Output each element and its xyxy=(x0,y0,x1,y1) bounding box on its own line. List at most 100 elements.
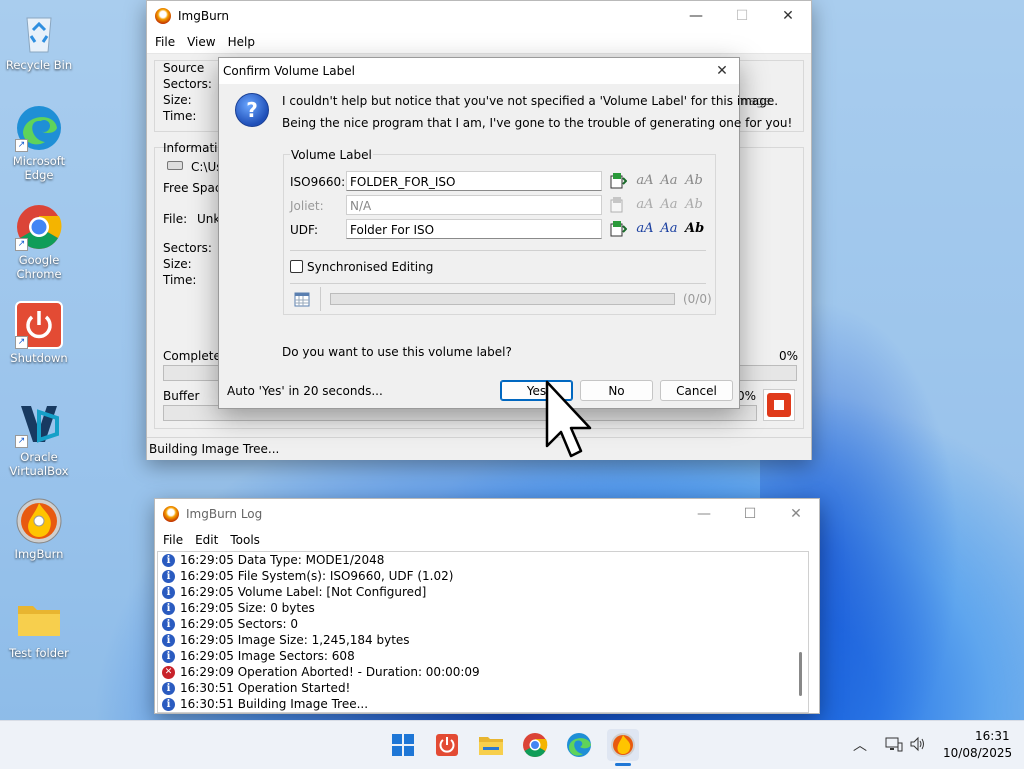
titlecase-icon-udf[interactable]: Ab xyxy=(685,220,704,238)
udf-label-input[interactable]: Folder For ISO xyxy=(346,219,602,239)
imgburn-title: ImgBurn xyxy=(178,9,230,23)
taskbar-imgburn-icon[interactable] xyxy=(607,729,639,761)
shortcut-arrow-icon: ↗ xyxy=(15,336,28,349)
network-icon[interactable] xyxy=(885,735,903,756)
iso-label-input[interactable]: FOLDER_FOR_ISO xyxy=(346,171,602,191)
log-app-icon xyxy=(163,506,179,522)
desktop-icon-edge[interactable]: ↗ Microsoft Edge xyxy=(0,104,78,182)
log-row: i 16:29:05 Image Size: 1,245,184 bytes xyxy=(158,632,808,648)
power-icon: ↗ xyxy=(15,301,63,349)
confirm-volume-label-dialog: Confirm Volume Label ✕ ? I couldn't help… xyxy=(218,57,792,409)
complete-percent: 0% xyxy=(779,349,799,363)
desktop-icon-label: Shutdown xyxy=(10,351,68,365)
copy-label-icon-disabled xyxy=(609,196,627,214)
log-text: 16:29:05 File System(s): ISO9660, UDF (1… xyxy=(180,569,454,583)
imgburn-menubar: File View Help xyxy=(147,31,811,54)
abort-button[interactable] xyxy=(763,389,795,421)
log-scrollbar-thumb[interactable] xyxy=(799,652,802,696)
lowercase-icon-udf[interactable]: aA xyxy=(636,220,654,238)
minimize-button[interactable]: — xyxy=(673,1,719,31)
log-row: i 16:29:05 Image Sectors: 608 xyxy=(158,648,808,664)
menu-help[interactable]: Help xyxy=(222,35,261,49)
desktop-icon-virtualbox[interactable]: ↗ Oracle VirtualBox xyxy=(0,400,78,478)
dialog-message-line1: I couldn't help but notice that you've n… xyxy=(282,94,779,108)
iso-label: ISO9660: xyxy=(290,175,346,189)
file-label: File: xyxy=(163,212,188,226)
information-label: Informatio xyxy=(163,141,225,155)
joliet-label-input: N/A xyxy=(346,195,602,215)
log-menu-file[interactable]: File xyxy=(157,533,189,547)
desktop-icon-recycle-bin[interactable]: Recycle Bin xyxy=(0,8,78,72)
progress-count: (0/0) xyxy=(683,292,712,306)
log-text: 16:30:51 Building Image Tree... xyxy=(180,697,369,711)
log-menu-edit[interactable]: Edit xyxy=(189,533,224,547)
log-menu-tools[interactable]: Tools xyxy=(224,533,266,547)
log-minimize-button[interactable]: — xyxy=(681,499,727,529)
taskbar-file-explorer-icon[interactable] xyxy=(475,729,507,761)
taskbar-chrome-icon[interactable] xyxy=(519,729,551,761)
virtualbox-icon: ↗ xyxy=(15,400,63,448)
log-close-button[interactable]: ✕ xyxy=(773,499,819,529)
volume-icon[interactable] xyxy=(909,735,927,756)
log-titlebar[interactable]: ImgBurn Log — ☐ ✕ xyxy=(155,499,819,529)
log-list[interactable]: i 16:29:05 Data Type: MODE1/2048 i 16:29:0… xyxy=(157,551,809,713)
status-bar: Building Image Tree... xyxy=(147,437,811,460)
drive-icon xyxy=(167,161,183,170)
synchronised-editing-checkbox[interactable] xyxy=(290,260,303,273)
lowercase-icon-disabled: aA xyxy=(636,197,654,212)
dialog-question: Do you want to use this volume label? xyxy=(282,345,512,359)
dialog-titlebar[interactable]: Confirm Volume Label ✕ xyxy=(219,58,739,84)
imgburn-titlebar[interactable]: ImgBurn — ☐ ✕ xyxy=(147,1,811,31)
titlecase-icon[interactable]: Ab xyxy=(685,172,703,190)
stop-icon xyxy=(767,393,791,417)
copy-label-icon-udf[interactable] xyxy=(609,220,628,238)
imgburn-log-window: ImgBurn Log — ☐ ✕ File Edit Tools i 16:29… xyxy=(154,498,820,714)
dest-size-label: Size: xyxy=(163,257,192,271)
menu-view[interactable]: View xyxy=(181,35,221,49)
shortcut-arrow-icon: ↗ xyxy=(15,139,28,152)
taskbar-shutdown-icon[interactable] xyxy=(431,729,463,761)
dest-time-label: Time: xyxy=(163,273,197,287)
folder-icon xyxy=(15,596,63,644)
log-row: i 16:30:51 Operation Started! xyxy=(158,680,808,696)
source-time-label: Time: xyxy=(163,109,197,123)
info-icon: i xyxy=(162,585,175,599)
copy-label-icon[interactable] xyxy=(609,172,628,190)
volume-label-group-label: Volume Label xyxy=(290,148,373,162)
maximize-button[interactable]: ☐ xyxy=(719,1,765,31)
divider-2 xyxy=(290,283,706,284)
desktop-icon-shutdown[interactable]: ↗ Shutdown xyxy=(0,301,78,365)
label-progress-bar xyxy=(330,293,675,305)
uppercase-icon-udf[interactable]: Aa xyxy=(660,220,678,238)
info-icon: i xyxy=(162,569,175,583)
calendar-icon[interactable] xyxy=(294,291,310,310)
info-icon: i xyxy=(162,681,175,695)
synchronised-editing-label[interactable]: Synchronised Editing xyxy=(307,260,433,274)
lowercase-icon[interactable]: aA xyxy=(636,172,654,190)
desktop-icon-chrome[interactable]: ↗ Google Chrome xyxy=(0,203,78,281)
menu-file[interactable]: File xyxy=(149,35,181,49)
clock-time[interactable]: 16:31 xyxy=(975,729,1010,743)
clock-date[interactable]: 10/08/2025 xyxy=(943,746,1012,760)
log-text: 16:29:05 Volume Label: [Not Configured] xyxy=(180,585,427,599)
close-button[interactable]: ✕ xyxy=(765,1,811,31)
dialog-close-button[interactable]: ✕ xyxy=(705,58,739,84)
error-icon: ✕ xyxy=(162,665,175,679)
desktop-icon-imgburn[interactable]: ImgBurn xyxy=(0,497,78,561)
log-maximize-button[interactable]: ☐ xyxy=(727,499,773,529)
imgburn-icon xyxy=(15,497,63,545)
source-size-label: Size: xyxy=(163,93,192,107)
log-menubar: File Edit Tools xyxy=(155,529,819,551)
log-text: 16:29:05 Size: 0 bytes xyxy=(180,601,315,615)
taskbar-edge-icon[interactable] xyxy=(563,729,595,761)
info-icon: i xyxy=(162,697,175,711)
desktop-icon-label: Recycle Bin xyxy=(5,58,73,72)
uppercase-icon[interactable]: Aa xyxy=(660,172,678,190)
dest-sectors-label: Sectors: xyxy=(163,241,212,255)
chevron-up-icon[interactable]: ︿ xyxy=(853,735,867,755)
cancel-button[interactable]: Cancel xyxy=(660,380,733,401)
taskbar: ︿ 16:31 10/08/2025 xyxy=(0,720,1024,769)
start-button[interactable] xyxy=(387,729,419,761)
desktop-icon-test-folder[interactable]: Test folder xyxy=(0,596,78,660)
shortcut-arrow-icon: ↗ xyxy=(15,435,28,448)
